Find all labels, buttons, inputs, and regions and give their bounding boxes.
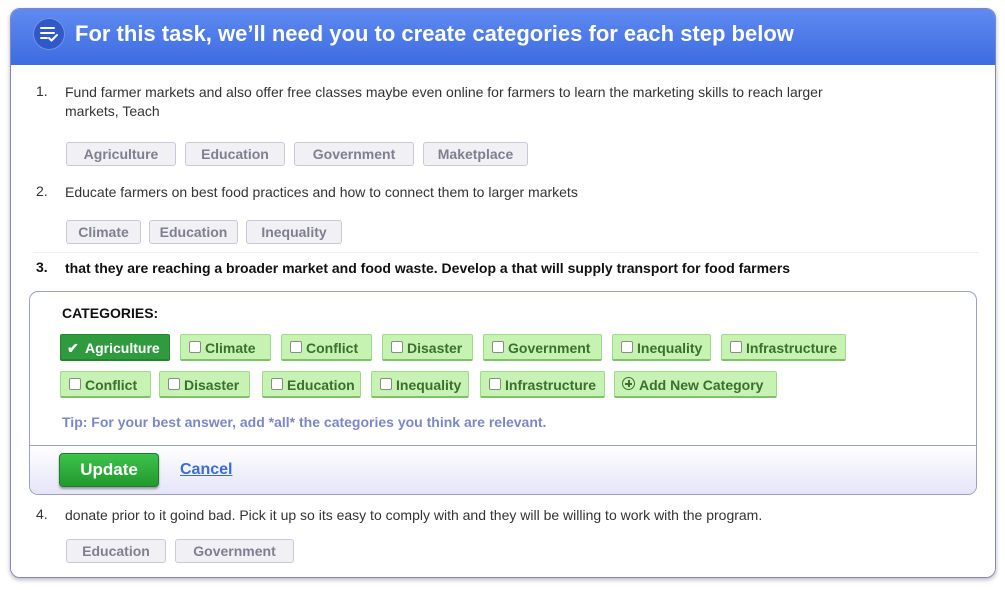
step-category-tag[interactable]: Climate [66,220,141,244]
checkbox[interactable] [380,378,392,390]
category-button-infrastructure[interactable]: Infrastructure [721,334,846,361]
step-number: 3. [36,259,48,275]
category-button-disaster[interactable]: Disaster [159,371,250,398]
step-number: 1. [36,83,48,99]
step-category-tag[interactable]: Government [175,539,294,563]
category-label: Infrastructure [746,340,838,356]
category-label: Inequality [637,340,703,356]
steps-list: 1. Fund farmer markets and also offer fr… [11,65,995,577]
checkbox[interactable] [69,378,81,390]
category-button-education[interactable]: Education [262,371,361,398]
category-label: Disaster [407,340,463,356]
step-text: Fund farmer markets and also offer free … [65,84,823,119]
category-editor: CATEGORIES: ✔ Agriculture Climate Confli… [29,291,977,495]
checkbox[interactable] [290,341,302,353]
category-button-inequality[interactable]: Inequality [371,371,469,398]
step-category-tag[interactable]: Maketplace [423,142,528,166]
cancel-link[interactable]: Cancel [180,461,232,479]
tip-text: Tip: For your best answer, add *all* the… [62,414,547,430]
checkbox[interactable] [189,341,201,353]
category-button-disaster[interactable]: Disaster [382,334,473,361]
category-label: Education [287,377,355,393]
checkbox[interactable] [492,341,504,353]
category-label: Agriculture [85,340,160,356]
step-category-tag[interactable]: Education [149,220,238,244]
category-button-government[interactable]: Government [483,334,602,361]
checkbox[interactable] [391,341,403,353]
category-button-inequality[interactable]: Inequality [612,334,711,361]
checklist-icon [33,18,65,50]
step-text: donate prior to it goind bad. Pick it up… [65,507,763,523]
step-category-tag[interactable]: Agriculture [66,142,176,166]
task-window: For this task, we’ll need you to create … [10,8,996,578]
category-label: Disaster [184,377,240,393]
checkbox[interactable] [489,378,501,390]
category-button-conflict[interactable]: Conflict [60,371,151,398]
task-title: For this task, we’ll need you to create … [75,21,794,46]
checkbox[interactable] [271,378,283,390]
checkbox[interactable] [621,341,633,353]
step-category-tag[interactable]: Government [294,142,414,166]
categories-heading: CATEGORIES: [62,305,159,321]
category-label: Government [508,340,591,356]
step-category-tag[interactable]: Education [185,142,285,166]
step-category-tag[interactable]: Inequality [246,220,342,244]
task-header: For this task, we’ll need you to create … [11,9,995,65]
step-number: 4. [36,506,48,522]
step-text: that they are reaching a broader market … [65,260,791,276]
category-label: Conflict [306,340,359,356]
category-label: Infrastructure [505,377,597,393]
add-new-category-label: Add New Category [639,377,764,393]
category-button-agriculture[interactable]: ✔ Agriculture [60,334,170,361]
category-button-conflict[interactable]: Conflict [281,334,372,361]
category-label: Conflict [85,377,138,393]
checkmark-icon: ✔ [67,340,79,356]
step-category-tag[interactable]: Education [66,539,166,563]
category-label: Inequality [396,377,462,393]
step-number: 2. [36,183,48,199]
add-new-category-button[interactable]: Add New Category [614,371,777,398]
step-text: Educate farmers on best food practices a… [65,184,578,200]
editor-footer: Update Cancel [30,445,976,494]
category-button-infrastructure[interactable]: Infrastructure [480,371,605,398]
checkbox[interactable] [168,378,180,390]
update-button[interactable]: Update [59,453,159,487]
category-button-climate[interactable]: Climate [180,334,271,361]
checkbox[interactable] [730,341,742,353]
divider [33,252,979,253]
category-label: Climate [205,340,256,356]
plus-circle-icon [622,377,635,390]
